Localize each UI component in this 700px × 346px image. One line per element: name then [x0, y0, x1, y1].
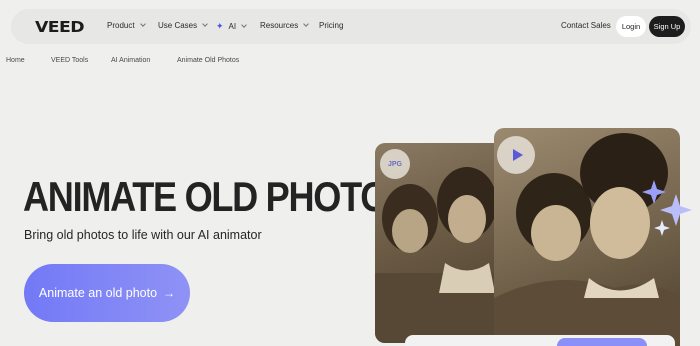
editor-preview-button: [557, 338, 647, 346]
arrow-right-icon: →: [163, 286, 176, 300]
play-button[interactable]: [497, 136, 535, 174]
sparkle-icon: ✦: [216, 21, 224, 31]
page-subtitle: Bring old photos to life with our AI ani…: [24, 228, 262, 242]
nav-resources-label: Resources: [260, 21, 299, 30]
breadcrumb-home[interactable]: Home: [6, 57, 25, 64]
sparkle-icon: [642, 180, 692, 236]
signup-button[interactable]: Sign Up: [649, 16, 685, 37]
jpg-badge: JPG: [380, 149, 410, 179]
nav-ai[interactable]: ✦ AI: [216, 21, 247, 32]
breadcrumb-current: Animate Old Photos: [177, 57, 240, 64]
nav-use-cases-label: Use Cases: [158, 21, 198, 30]
chevron-down-icon: [241, 22, 247, 28]
breadcrumb-veed-tools[interactable]: VEED Tools: [51, 57, 88, 64]
nav-pricing[interactable]: Pricing: [319, 21, 343, 30]
chevron-down-icon: [139, 21, 146, 27]
cta-label: Animate an old photo: [38, 286, 158, 300]
animate-photo-button[interactable]: Animate an old photo →: [24, 264, 190, 322]
chevron-down-icon: [303, 21, 310, 27]
nav-ai-label: AI: [228, 22, 237, 31]
page-title: ANIMATE OLD PHOTOS: [23, 173, 411, 220]
contact-sales-link[interactable]: Contact Sales: [561, 21, 611, 30]
nav-pricing-label: Pricing: [319, 21, 344, 30]
top-nav: VEED Product Use Cases ✦ AI Resources Pri…: [11, 9, 691, 44]
play-icon: [512, 149, 523, 161]
login-button[interactable]: Login: [616, 16, 646, 37]
nav-product-label: Product: [107, 21, 135, 30]
breadcrumb-ai-animation[interactable]: AI Animation: [111, 57, 150, 64]
nav-resources[interactable]: Resources: [260, 21, 310, 30]
nav-use-cases[interactable]: Use Cases: [158, 21, 208, 30]
chevron-down-icon: [202, 21, 208, 27]
nav-product[interactable]: Product: [107, 21, 146, 30]
veed-logo[interactable]: VEED: [35, 18, 85, 36]
